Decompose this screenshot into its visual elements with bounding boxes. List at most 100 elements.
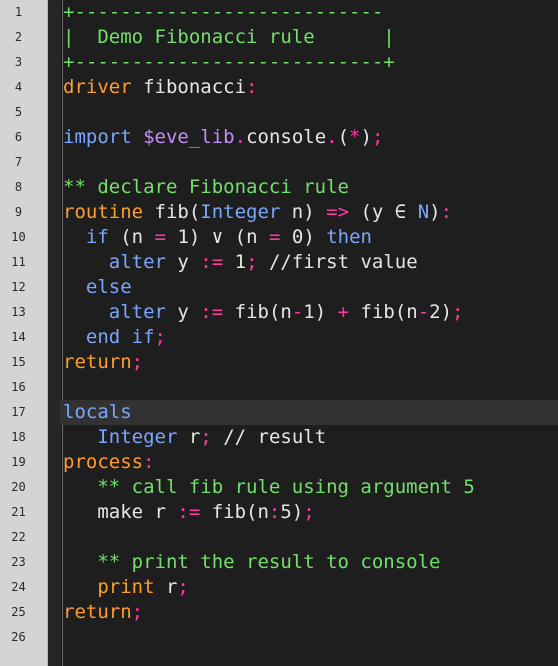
code-line[interactable]: make r := fib(n:5); bbox=[60, 500, 558, 525]
code-line[interactable]: else bbox=[60, 275, 558, 300]
code-token: - bbox=[291, 301, 304, 323]
line-number: 4 bbox=[14, 80, 23, 94]
line-number: 22 bbox=[11, 530, 26, 544]
code-token: ; bbox=[200, 426, 212, 448]
line-number: 17 bbox=[11, 405, 26, 419]
code-token: fib( bbox=[143, 201, 201, 223]
code-editor[interactable]: 1 2 3 4 5 6 7 8 9 10 11 12 13 14 15 16 17 18 19 20 21 22 23 24 2… bbox=[0, 0, 558, 666]
code-token: console bbox=[246, 126, 327, 148]
code-line[interactable]: ** call fib rule using argument 5 bbox=[60, 475, 558, 500]
code-token: r bbox=[177, 426, 201, 448]
code-line[interactable] bbox=[60, 150, 558, 175]
code-line[interactable] bbox=[60, 525, 558, 550]
code-token: alter bbox=[108, 251, 166, 273]
line-number: 10 bbox=[11, 230, 26, 244]
code-token: Integer bbox=[97, 426, 178, 448]
line-number: 14 bbox=[11, 330, 26, 344]
code-token: then bbox=[326, 226, 372, 248]
code-line[interactable]: locals bbox=[60, 400, 558, 425]
code-token: ** call fib rule using argument 5 bbox=[97, 476, 475, 498]
code-token: if bbox=[85, 226, 109, 248]
code-token: (n bbox=[223, 226, 269, 248]
code-line[interactable]: alter y := 1; //first value bbox=[60, 250, 558, 275]
code-token: 0) bbox=[280, 226, 327, 248]
code-line[interactable]: +---------------------------+ bbox=[60, 50, 558, 75]
line-number: 5 bbox=[14, 105, 23, 119]
line-number: 23 bbox=[11, 555, 26, 569]
code-token: 1) bbox=[166, 226, 212, 248]
code-token: : bbox=[268, 501, 281, 523]
line-number: 19 bbox=[11, 455, 26, 469]
code-line[interactable]: driver fibonacci: bbox=[60, 75, 558, 100]
code-line[interactable]: +--------------------------- bbox=[60, 0, 558, 25]
line-number: 8 bbox=[14, 180, 23, 194]
code-line[interactable]: routine fib(Integer n) => (y ∈ N): bbox=[60, 200, 558, 225]
code-token: ; bbox=[154, 326, 166, 348]
code-line[interactable]: if (n = 1) ∨ (n = 0) then bbox=[60, 225, 558, 250]
code-line[interactable] bbox=[60, 625, 558, 650]
line-number: 18 bbox=[11, 430, 26, 444]
line-number: 12 bbox=[11, 280, 26, 294]
code-token: // result bbox=[211, 426, 327, 448]
code-token: = bbox=[268, 226, 281, 248]
code-line[interactable]: ** declare Fibonacci rule bbox=[60, 175, 558, 200]
code-area[interactable]: +--------------------------- | Demo Fibon… bbox=[60, 0, 558, 666]
line-number: 13 bbox=[11, 305, 26, 319]
code-token: . bbox=[234, 126, 247, 148]
code-token: : bbox=[143, 451, 155, 473]
code-token: 1 bbox=[223, 251, 247, 273]
code-token: end if bbox=[85, 326, 155, 348]
code-token: => bbox=[326, 201, 350, 223]
code-token: y bbox=[165, 251, 201, 273]
code-line[interactable]: Integer r; // result bbox=[60, 425, 558, 450]
code-line[interactable]: alter y := fib(n-1) + fib(n-2); bbox=[60, 300, 558, 325]
code-token: routine bbox=[63, 201, 144, 223]
line-number: 11 bbox=[11, 255, 26, 269]
code-token: +--------------------------- bbox=[63, 1, 384, 23]
code-token: return bbox=[63, 601, 132, 623]
code-token: := bbox=[200, 301, 224, 323]
line-number: 20 bbox=[11, 480, 26, 494]
code-token: import bbox=[63, 126, 132, 148]
code-token: ; bbox=[131, 601, 144, 623]
code-token: ∈ bbox=[394, 201, 407, 223]
code-line[interactable] bbox=[60, 375, 558, 400]
code-line[interactable]: ** print the result to console bbox=[60, 550, 558, 575]
code-token: ∨ bbox=[211, 226, 224, 248]
code-token: * bbox=[349, 126, 361, 148]
code-token: y bbox=[165, 301, 201, 323]
code-token: 2) bbox=[429, 301, 453, 323]
line-number: 16 bbox=[11, 380, 26, 394]
code-line[interactable]: print r; bbox=[60, 575, 558, 600]
code-line[interactable] bbox=[60, 100, 558, 125]
code-line[interactable]: return; bbox=[60, 600, 558, 625]
line-number: 26 bbox=[11, 630, 26, 644]
code-token: ** declare Fibonacci rule bbox=[63, 176, 349, 198]
code-token: | Demo Fibonacci rule | bbox=[63, 26, 395, 48]
code-token: N bbox=[417, 201, 430, 223]
code-token: driver bbox=[63, 76, 132, 98]
code-token: 1) bbox=[303, 301, 338, 323]
code-line[interactable]: process: bbox=[60, 450, 558, 475]
line-number: 24 bbox=[11, 580, 26, 594]
code-token: ) bbox=[429, 201, 441, 223]
code-token: : bbox=[440, 201, 453, 223]
code-line[interactable]: import $eve_lib.console.(*); bbox=[60, 125, 558, 150]
code-token: fib(n bbox=[223, 301, 292, 323]
code-token: ; bbox=[131, 351, 144, 373]
code-line[interactable]: return; bbox=[60, 350, 558, 375]
code-line[interactable]: | Demo Fibonacci rule | bbox=[60, 25, 558, 50]
code-token: $eve_lib bbox=[143, 126, 235, 148]
fold-margin[interactable] bbox=[48, 0, 60, 666]
code-token: fib(n bbox=[200, 501, 269, 523]
code-token: ** print the result to console bbox=[97, 551, 441, 573]
code-line[interactable]: end if; bbox=[60, 325, 558, 350]
code-token: ; bbox=[303, 501, 315, 523]
line-number-gutter: 1 2 3 4 5 6 7 8 9 10 11 12 13 14 15 16 17 18 19 20 21 22 23 24 2… bbox=[0, 0, 48, 666]
line-number: 7 bbox=[14, 155, 23, 169]
